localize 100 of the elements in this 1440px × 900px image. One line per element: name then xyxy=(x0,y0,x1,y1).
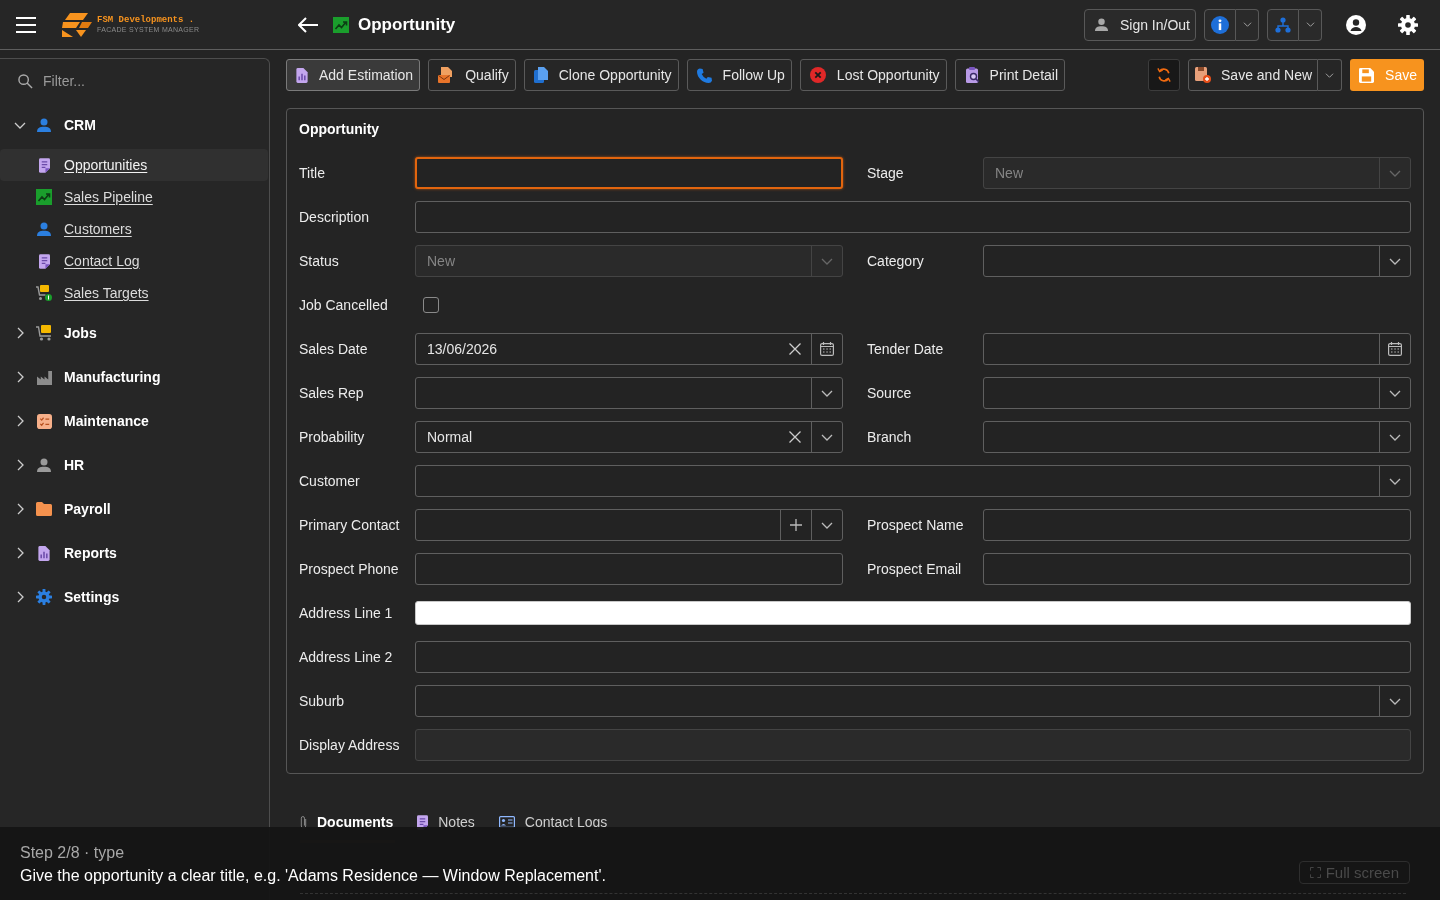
dropdown-field[interactable] xyxy=(415,377,843,409)
save-and-new-button[interactable]: Save and New xyxy=(1188,59,1319,91)
field-label: Address Line 1 xyxy=(299,605,394,621)
info-button[interactable] xyxy=(1204,8,1236,41)
note-icon xyxy=(38,253,50,269)
date-field[interactable] xyxy=(983,333,1411,365)
fullscreen-icon xyxy=(1309,867,1321,878)
clear-icon[interactable] xyxy=(789,431,801,443)
toolbar-button[interactable]: Follow Up xyxy=(686,59,792,91)
date-field[interactable]: 13/06/2026 xyxy=(415,333,843,365)
text-field[interactable] xyxy=(415,553,843,585)
nav-group[interactable]: Payroll xyxy=(14,493,111,525)
toolbar-button[interactable]: Qualify xyxy=(428,59,516,91)
folder-icon xyxy=(36,502,52,516)
nav-group[interactable]: HR xyxy=(14,449,85,481)
chevron-down-icon[interactable] xyxy=(14,121,26,129)
chevron-down-icon xyxy=(1389,257,1401,265)
nav-item[interactable]: Contact Log xyxy=(0,245,268,277)
nav-item[interactable]: Sales Targets xyxy=(0,277,268,309)
dropdown-field[interactable] xyxy=(415,685,1411,717)
cart-coin-icon xyxy=(36,285,52,301)
toolbar-button[interactable]: Clone Opportunity xyxy=(523,59,679,91)
field-label: Suburb xyxy=(299,693,346,709)
dropdown-field[interactable] xyxy=(983,421,1411,453)
person-icon xyxy=(37,458,51,472)
toolbar-button[interactable]: Print Detail xyxy=(954,59,1066,91)
chevron-down-icon xyxy=(1389,169,1401,177)
refresh-button[interactable] xyxy=(1148,59,1180,91)
chevron-right-icon[interactable] xyxy=(16,415,24,427)
chevron-down-icon xyxy=(821,433,833,441)
text-field[interactable] xyxy=(415,157,843,189)
search-icon xyxy=(18,73,33,89)
sign-in-out-button[interactable]: Sign In/Out xyxy=(1083,8,1196,41)
paperclip-icon xyxy=(300,814,307,830)
nav-group[interactable]: Maintenance xyxy=(14,405,149,437)
save-icon xyxy=(1359,67,1375,83)
dropdown-field[interactable]: Normal xyxy=(415,421,843,453)
dropdown-field[interactable] xyxy=(415,509,843,541)
field-label: Address Line 2 xyxy=(299,649,394,665)
text-field[interactable] xyxy=(983,553,1411,585)
chevron-down-icon xyxy=(1305,22,1315,27)
contact-card-icon xyxy=(498,816,515,828)
text-field[interactable] xyxy=(415,201,1411,233)
tab[interactable]: Contact Logs xyxy=(498,808,610,843)
calendar-icon xyxy=(1388,342,1402,356)
trend-chart-icon xyxy=(36,189,52,205)
save-add-icon xyxy=(1195,67,1211,83)
menu-icon[interactable] xyxy=(16,16,36,33)
clipboard-search-icon xyxy=(964,67,979,83)
nav-group[interactable]: Jobs xyxy=(14,317,97,349)
cart-icon xyxy=(36,325,52,341)
copy-icon xyxy=(533,67,548,83)
dropdown-field[interactable] xyxy=(415,465,1411,497)
user-circle-icon[interactable] xyxy=(1346,14,1366,35)
person-icon xyxy=(1094,18,1108,31)
plus-icon xyxy=(790,519,802,531)
text-field[interactable] xyxy=(415,641,1411,673)
factory-icon xyxy=(36,369,52,385)
chevron-right-icon[interactable] xyxy=(16,591,24,603)
field-label: Description xyxy=(299,209,371,225)
field-label: Source xyxy=(867,385,913,401)
chevron-down-icon xyxy=(1389,433,1401,441)
chevron-down-icon xyxy=(1389,389,1401,397)
nav-item[interactable]: Sales Pipeline xyxy=(0,181,268,213)
org-chart-button[interactable] xyxy=(1267,8,1299,41)
nav-item[interactable]: Opportunities xyxy=(0,149,268,181)
filter-field[interactable]: Filter... xyxy=(43,70,243,92)
dropdown-field[interactable] xyxy=(983,245,1411,277)
checkbox[interactable] xyxy=(423,297,439,313)
instruction-text: Give the opportunity a clear title, e.g. 'Adams Residence — Window Replacement'. xyxy=(20,867,606,885)
nav-group[interactable]: CRM xyxy=(14,109,96,141)
chevron-right-icon[interactable] xyxy=(16,327,24,339)
dropdown-button[interactable] xyxy=(1318,59,1343,91)
nav-group[interactable]: Manufacturing xyxy=(14,361,161,393)
chevron-down-icon xyxy=(1389,477,1401,485)
clear-icon[interactable] xyxy=(789,343,801,355)
chevron-right-icon[interactable] xyxy=(16,503,24,515)
nav-group[interactable]: Reports xyxy=(14,537,117,569)
toolbar-button[interactable]: Add Estimation xyxy=(286,59,421,91)
back-arrow-icon[interactable] xyxy=(298,16,318,33)
field-label: Prospect Email xyxy=(867,561,963,577)
person-icon xyxy=(37,222,51,236)
field-label: Probability xyxy=(299,429,366,445)
chevron-down-icon xyxy=(1389,697,1401,705)
chevron-down-icon xyxy=(1325,72,1335,78)
toolbar-button[interactable]: Lost Opportunity xyxy=(799,59,947,91)
field-label: Branch xyxy=(867,429,913,445)
settings-icon[interactable] xyxy=(1398,14,1418,35)
nav-item[interactable]: Customers xyxy=(0,213,268,245)
field-label: Prospect Phone xyxy=(299,561,400,577)
dropdown-button[interactable] xyxy=(1299,8,1322,41)
dropdown-field[interactable] xyxy=(983,377,1411,409)
org-chart-icon xyxy=(1275,16,1291,33)
nav-group[interactable]: Settings xyxy=(14,581,120,613)
text-field[interactable] xyxy=(983,509,1411,541)
checklist-icon xyxy=(36,413,52,429)
chevron-right-icon[interactable] xyxy=(16,547,24,559)
chevron-right-icon[interactable] xyxy=(16,371,24,383)
field-label: Customer xyxy=(299,473,361,489)
chevron-right-icon[interactable] xyxy=(16,459,24,471)
